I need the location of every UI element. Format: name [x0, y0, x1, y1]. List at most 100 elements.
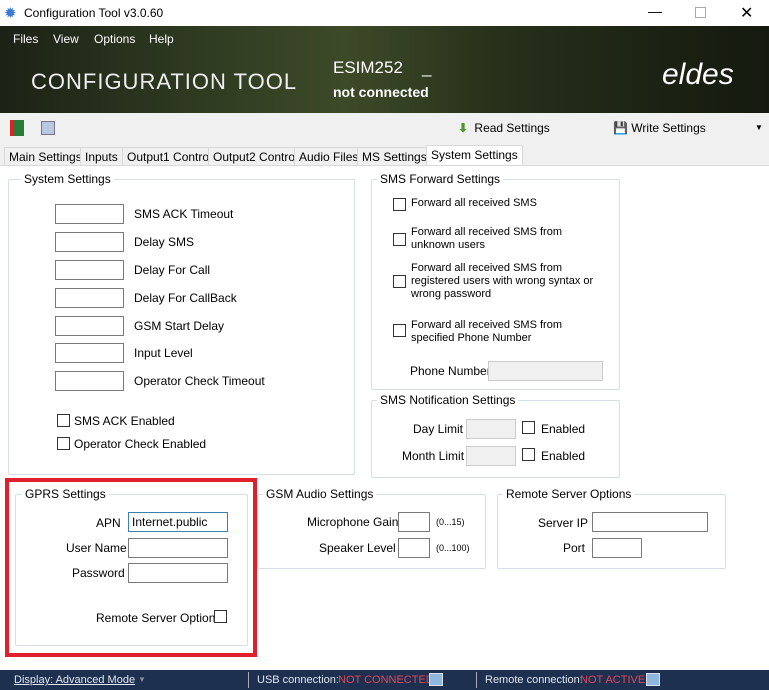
system-setting-input[interactable]	[55, 371, 124, 391]
user-name-label: User Name	[66, 541, 127, 555]
usb-connection-status: NOT CONNECTED	[338, 674, 434, 686]
window-title: Configuration Tool v3.0.60	[24, 6, 164, 20]
toolbar: ⬇ Read Settings 💾 Write Settings ▼	[0, 113, 769, 145]
password-input[interactable]	[128, 563, 228, 583]
system-setting-label: Delay For Call	[134, 263, 211, 277]
forward-option-checkbox[interactable]	[393, 324, 406, 337]
usb-monitor-icon[interactable]	[429, 673, 443, 686]
divider	[248, 672, 249, 688]
system-setting-input[interactable]	[55, 260, 124, 280]
group-title: GSM Audio Settings	[263, 487, 377, 501]
write-settings-label: Write Settings	[631, 121, 706, 135]
enabled-label: Enabled	[541, 449, 586, 463]
group-title: SMS Notification Settings	[377, 393, 519, 407]
toolbar-overflow-icon[interactable]: ▼	[755, 123, 763, 132]
system-setting-label: Delay SMS	[134, 235, 195, 249]
device-suffix: _	[422, 58, 432, 77]
menu-help[interactable]: Help	[149, 32, 174, 46]
gsm-audio-group: GSM Audio Settings	[257, 487, 486, 569]
device-name: ESIM252	[333, 58, 403, 77]
connection-state: not connected	[333, 84, 429, 100]
day-limit-input[interactable]	[466, 419, 516, 439]
read-settings-label: Read Settings	[474, 121, 550, 135]
header-banner: Files View Options Help CONFIGURATION TO…	[0, 26, 769, 113]
forward-option-checkbox[interactable]	[393, 233, 406, 246]
tab-output2-control[interactable]: Output2 Control	[208, 147, 303, 166]
microphone-gain-range: (0...15)	[436, 517, 465, 527]
month-limit-label: Month Limit	[402, 449, 465, 463]
download-arrow-icon: ⬇	[458, 121, 469, 135]
read-settings-button[interactable]: ⬇ Read Settings	[458, 121, 550, 135]
system-setting-label: Delay For CallBack	[134, 291, 237, 305]
speaker-level-label: Speaker Level	[319, 541, 396, 555]
system-setting-input[interactable]	[55, 316, 124, 336]
tab-bar: Main Settings Inputs Output1 Control Out…	[0, 145, 769, 166]
chevron-down-icon[interactable]: ▼	[138, 675, 146, 684]
menu-view[interactable]: View	[53, 32, 79, 46]
system-setting-input[interactable]	[55, 204, 124, 224]
day-limit-label: Day Limit	[413, 422, 464, 436]
group-title: SMS Forward Settings	[377, 172, 504, 186]
apn-input[interactable]: Internet.public	[128, 512, 228, 532]
microphone-gain-label: Microphone Gain	[307, 515, 399, 529]
remote-monitor-icon[interactable]	[646, 673, 660, 686]
group-title: Remote Server Options	[503, 487, 635, 501]
tab-audio-files[interactable]: Audio Files	[294, 147, 364, 166]
port-label: Port	[563, 541, 586, 555]
tab-ms-settings[interactable]: MS Settings	[357, 147, 432, 166]
eldes-logo: eldes	[662, 58, 734, 91]
monitor-icon[interactable]	[41, 121, 55, 135]
system-checkbox[interactable]	[57, 437, 70, 450]
menu-options[interactable]: Options	[94, 32, 135, 46]
sms-notification-group: SMS Notification Settings	[371, 393, 620, 478]
phone-number-label: Phone Number	[410, 364, 491, 378]
phone-number-input[interactable]	[488, 361, 603, 381]
system-setting-input[interactable]	[55, 232, 124, 252]
usb-connection-label: USB connection:	[257, 674, 339, 686]
remote-server-options-checkbox[interactable]	[214, 610, 227, 623]
system-checkbox[interactable]	[57, 414, 70, 427]
forward-option-label: Forward all received SMS from specified …	[411, 319, 562, 344]
app-name: CONFIGURATION TOOL	[31, 69, 298, 94]
apn-label: APN	[96, 516, 121, 530]
tab-main-settings[interactable]: Main Settings	[4, 147, 87, 166]
display-mode-dropdown[interactable]: Display: Advanced Mode	[14, 674, 135, 686]
forward-option-label: Forward all received SMS from registered…	[411, 262, 594, 300]
system-setting-input[interactable]	[55, 288, 124, 308]
day-limit-enabled-checkbox[interactable]	[522, 421, 535, 434]
port-input[interactable]	[592, 538, 642, 558]
password-label: Password	[72, 566, 125, 580]
system-setting-label: GSM Start Delay	[134, 319, 225, 333]
remote-server-options-label: Remote Server Options	[96, 611, 222, 625]
system-checkbox-label: SMS ACK Enabled	[74, 414, 175, 428]
month-limit-input[interactable]	[466, 446, 516, 466]
menu-files[interactable]: Files	[13, 32, 38, 46]
system-setting-label: SMS ACK Timeout	[134, 207, 234, 221]
tab-output1-control[interactable]: Output1 Control	[122, 147, 217, 166]
system-setting-label: Operator Check Timeout	[134, 374, 265, 388]
gear-icon: ✹	[4, 5, 17, 22]
enabled-label: Enabled	[541, 422, 586, 436]
system-checkbox-label: Operator Check Enabled	[74, 437, 207, 451]
forward-option-checkbox[interactable]	[393, 198, 406, 211]
maximize-button[interactable]	[695, 7, 706, 18]
minimize-button[interactable]: —	[648, 3, 662, 19]
microphone-gain-input[interactable]	[398, 512, 430, 532]
divider	[476, 672, 477, 688]
tab-system-settings[interactable]: System Settings	[426, 145, 523, 166]
speaker-level-input[interactable]	[398, 538, 430, 558]
forward-option-checkbox[interactable]	[393, 275, 406, 288]
system-setting-label: Input Level	[134, 346, 193, 360]
user-name-input[interactable]	[128, 538, 228, 558]
server-ip-input[interactable]	[592, 512, 708, 532]
system-setting-input[interactable]	[55, 343, 124, 363]
exit-icon[interactable]	[10, 120, 24, 136]
title-bar: ✹ Configuration Tool v3.0.60 — ✕	[0, 0, 769, 26]
tab-inputs[interactable]: Inputs	[80, 147, 123, 166]
floppy-icon: 💾	[613, 121, 628, 135]
forward-option-label: Forward all received SMS	[411, 197, 537, 209]
group-title: GPRS Settings	[22, 487, 109, 501]
close-button[interactable]: ✕	[740, 3, 753, 23]
month-limit-enabled-checkbox[interactable]	[522, 448, 535, 461]
write-settings-button[interactable]: 💾 Write Settings	[613, 121, 706, 135]
